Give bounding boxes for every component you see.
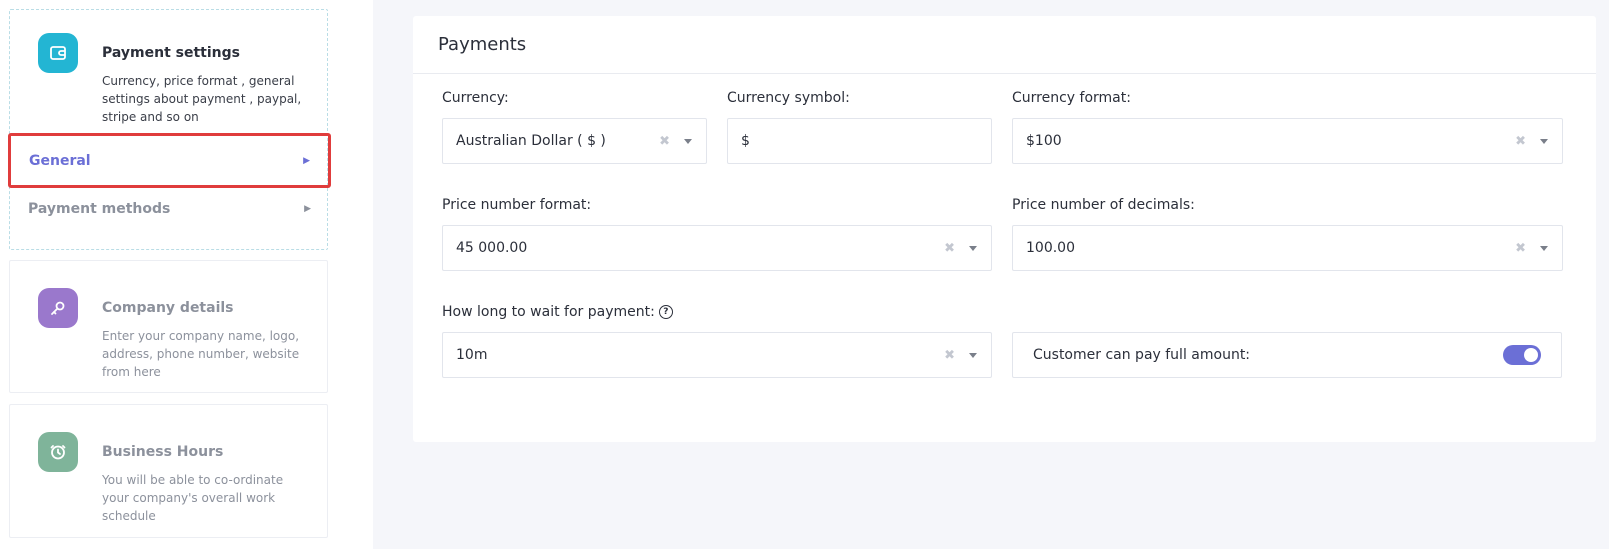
page-title: Payments xyxy=(438,34,527,55)
business-hours-description: You will be able to co-ordinate your com… xyxy=(102,473,284,523)
wait-payment-value: 10m xyxy=(456,347,488,363)
wallet-icon xyxy=(38,33,78,73)
clear-icon[interactable]: ✖ xyxy=(944,348,955,363)
settings-sidebar: Payment settings Currency, price format … xyxy=(0,0,373,549)
payment-settings-description: Currency, price format , general setting… xyxy=(102,74,302,124)
chevron-down-icon[interactable] xyxy=(969,352,977,358)
currency-value: Australian Dollar ( $ ) xyxy=(456,133,606,149)
clear-icon[interactable]: ✖ xyxy=(659,134,670,149)
price-number-format-select[interactable]: 45 000.00 ✖ xyxy=(442,225,992,271)
company-details-card[interactable]: Company details Enter your company name,… xyxy=(9,260,328,393)
price-number-format-value: 45 000.00 xyxy=(456,240,528,256)
chevron-down-icon[interactable] xyxy=(1540,138,1548,144)
currency-symbol-label: Currency symbol: xyxy=(727,90,850,106)
price-decimals-select[interactable]: 100.00 ✖ xyxy=(1012,225,1563,271)
sidebar-item-general[interactable]: General ▶ xyxy=(8,133,331,188)
sidebar-item-payment-methods-label: Payment methods xyxy=(28,201,171,217)
clear-icon[interactable]: ✖ xyxy=(944,241,955,256)
currency-symbol-input[interactable]: $ xyxy=(727,118,992,164)
panel-header: Payments xyxy=(413,16,1596,74)
full-amount-label: Customer can pay full amount: xyxy=(1033,347,1251,363)
price-decimals-field: Price number of decimals: 100.00 ✖ xyxy=(1012,197,1563,271)
wait-payment-select[interactable]: 10m ✖ xyxy=(442,332,992,378)
payment-settings-title: Payment settings xyxy=(102,45,240,61)
clock-icon xyxy=(38,432,78,472)
clear-icon[interactable]: ✖ xyxy=(1515,134,1526,149)
business-hours-title: Business Hours xyxy=(102,444,224,460)
currency-field: Currency: Australian Dollar ( $ ) ✖ xyxy=(442,90,707,164)
wait-payment-label: How long to wait for payment: xyxy=(442,304,655,320)
price-number-format-field: Price number format: 45 000.00 ✖ xyxy=(442,197,992,271)
company-details-description: Enter your company name, logo, address, … xyxy=(102,329,300,379)
full-amount-toggle[interactable] xyxy=(1503,345,1541,365)
chevron-down-icon[interactable] xyxy=(684,138,692,144)
clear-icon[interactable]: ✖ xyxy=(1515,241,1526,256)
wait-payment-field: How long to wait for payment: ? 10m ✖ xyxy=(442,304,992,378)
currency-symbol-field: Currency symbol: $ xyxy=(727,90,992,164)
price-decimals-value: 100.00 xyxy=(1026,240,1075,256)
currency-select[interactable]: Australian Dollar ( $ ) ✖ xyxy=(442,118,707,164)
currency-format-value: $100 xyxy=(1026,133,1062,149)
business-hours-card[interactable]: Business Hours You will be able to co-or… xyxy=(9,404,328,538)
wait-payment-label-row: How long to wait for payment: ? xyxy=(442,304,673,320)
caret-right-icon: ▶ xyxy=(304,204,311,214)
currency-format-label: Currency format: xyxy=(1012,90,1131,106)
company-details-title: Company details xyxy=(102,300,234,316)
help-icon[interactable]: ? xyxy=(658,305,673,319)
wrench-icon xyxy=(38,288,78,328)
currency-format-select[interactable]: $100 ✖ xyxy=(1012,118,1563,164)
price-decimals-label: Price number of decimals: xyxy=(1012,197,1195,213)
chevron-down-icon[interactable] xyxy=(1540,245,1548,251)
caret-right-icon: ▶ xyxy=(303,155,310,166)
payment-settings-card[interactable]: Payment settings Currency, price format … xyxy=(8,9,331,250)
payments-panel: Payments Currency: Australian Dollar ( $… xyxy=(413,16,1596,442)
chevron-down-icon[interactable] xyxy=(969,245,977,251)
currency-symbol-value: $ xyxy=(741,133,750,149)
full-amount-row: Customer can pay full amount: xyxy=(1012,332,1562,378)
sidebar-item-payment-methods[interactable]: Payment methods ▶ xyxy=(10,184,329,234)
currency-label: Currency: xyxy=(442,90,509,106)
currency-format-field: Currency format: $100 ✖ xyxy=(1012,90,1563,164)
price-number-format-label: Price number format: xyxy=(442,197,592,213)
sidebar-item-general-label: General xyxy=(29,152,91,169)
